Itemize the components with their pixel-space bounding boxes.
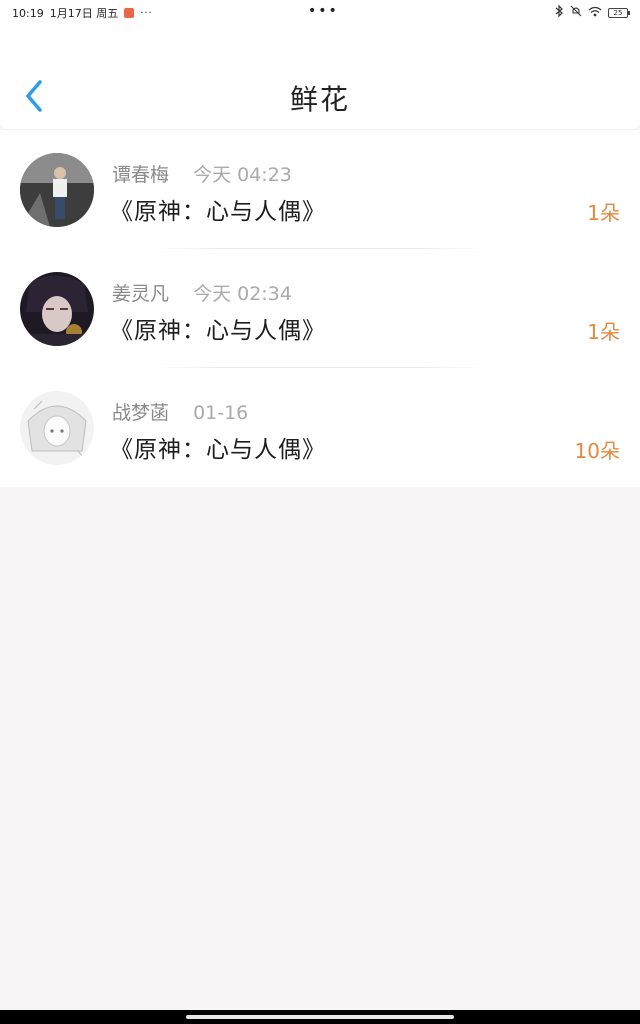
more-notifications-icon: ···: [140, 7, 153, 19]
page-title: 鲜花: [289, 83, 350, 116]
book-title[interactable]: 《原神：心与人偶》: [110, 192, 326, 226]
record-time: 今天 04:23: [193, 164, 292, 186]
home-indicator-area: [0, 1010, 640, 1024]
book-title[interactable]: 《原神：心与人偶》: [110, 430, 326, 464]
notification-app-icon: [124, 8, 135, 18]
sender-name: 姜灵凡: [112, 283, 170, 305]
status-date: 1月17日 周五: [49, 7, 119, 20]
record-meta: 谭春梅 今天 04:23: [112, 160, 292, 187]
list-item: 姜灵凡 今天 02:34 《原神：心与人偶》 1朵: [0, 249, 640, 368]
status-time: 10:19: [12, 6, 44, 20]
battery-icon: 25: [608, 7, 630, 18]
status-left: 10:19 1月17日 周五 ···: [12, 5, 153, 21]
status-right: 25: [554, 4, 630, 20]
multitask-dots[interactable]: •••: [308, 3, 339, 19]
sender-name: 谭春梅: [112, 164, 170, 186]
flower-count: 10朵: [574, 439, 620, 463]
wifi-icon: [588, 6, 602, 20]
mute-icon: [570, 5, 582, 20]
bluetooth-icon: [554, 4, 564, 20]
list-item: 谭春梅 今天 04:23 《原神：心与人偶》 1朵: [0, 130, 640, 249]
header: 鲜花: [0, 24, 640, 130]
record-time: 今天 02:34: [193, 283, 292, 305]
sender-name: 战梦菡: [112, 402, 170, 424]
avatar[interactable]: [20, 272, 94, 346]
avatar[interactable]: [20, 391, 94, 465]
book-title[interactable]: 《原神：心与人偶》: [110, 311, 326, 345]
flower-count: 1朵: [587, 320, 620, 344]
home-bar[interactable]: [186, 1015, 454, 1019]
avatar[interactable]: [20, 153, 94, 227]
record-meta: 战梦菡 01-16: [112, 398, 248, 425]
list-item: 战梦菡 01-16 《原神：心与人偶》 10朵: [0, 368, 640, 487]
status-bar: 10:19 1月17日 周五 ··· ••• 25: [0, 0, 640, 24]
flower-record-list: 谭春梅 今天 04:23 《原神：心与人偶》 1朵 姜灵凡 今天 02:34 《…: [0, 130, 640, 487]
record-time: 01-16: [193, 402, 249, 424]
record-meta: 姜灵凡 今天 02:34: [112, 279, 292, 306]
flower-count: 1朵: [587, 201, 620, 225]
